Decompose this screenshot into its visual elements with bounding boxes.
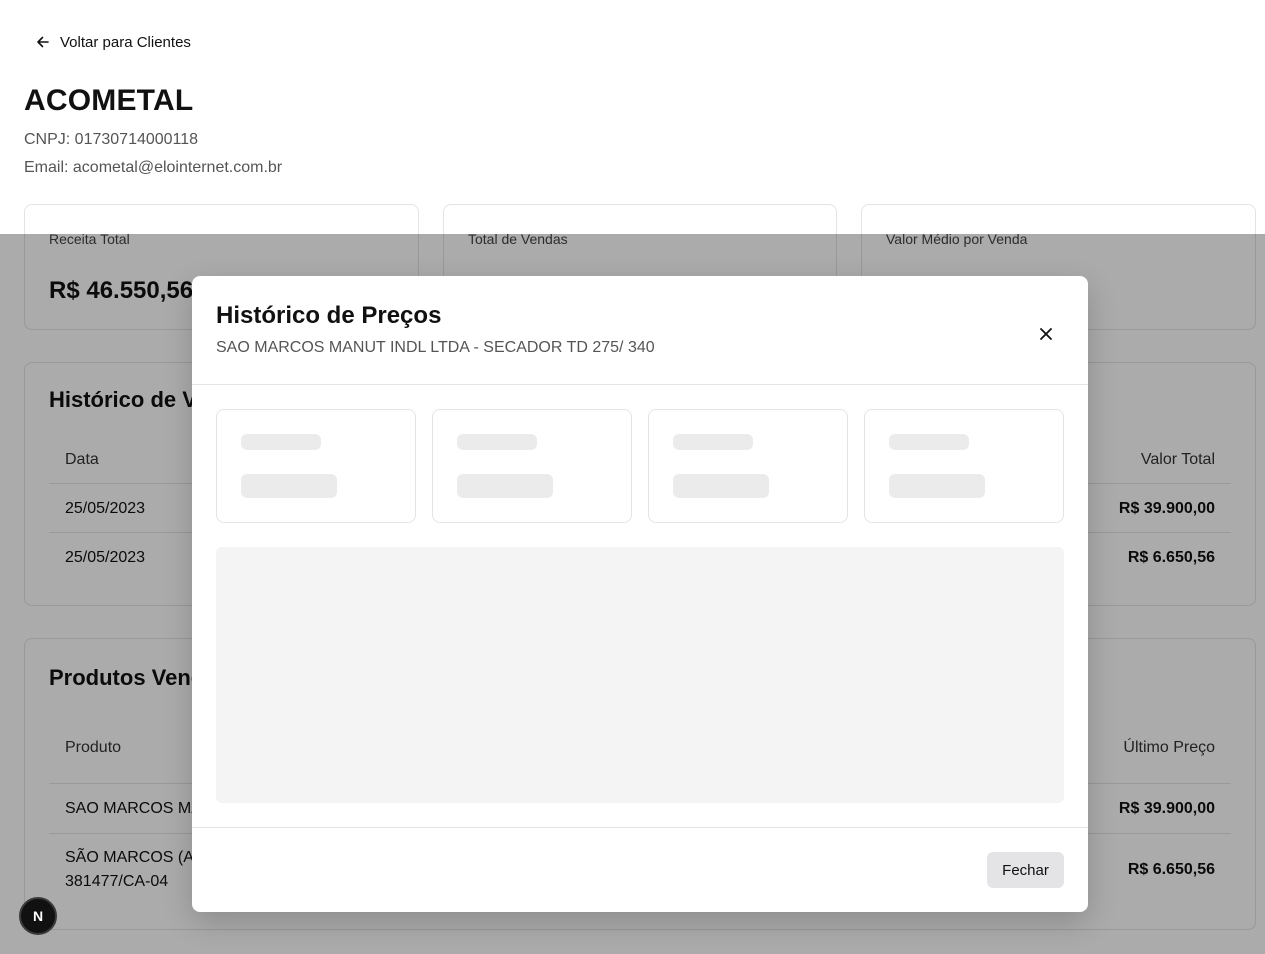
close-button[interactable]: Fechar [987, 852, 1064, 888]
skeleton-stat-card [648, 409, 848, 523]
arrow-left-icon [37, 36, 49, 48]
framework-badge[interactable]: N [19, 897, 57, 935]
skeleton-value [889, 474, 985, 498]
skeleton-value [241, 474, 337, 498]
skeleton-stat-card [864, 409, 1064, 523]
modal-subtitle: SAO MARCOS MANUT INDL LTDA - SECADOR TD … [216, 339, 655, 356]
client-detail-page: Voltar para Clientes ACOMETAL CNPJ: 0173… [0, 0, 1265, 954]
client-cnpj: CNPJ: 01730714000118 [24, 131, 199, 148]
modal-header-divider [192, 384, 1088, 385]
skeleton-chart [216, 547, 1064, 803]
skeleton-value [457, 474, 553, 498]
close-icon[interactable] [1034, 322, 1058, 346]
skeleton-stat-card [216, 409, 416, 523]
skeleton-label [889, 434, 969, 450]
modal-footer-divider [192, 827, 1088, 828]
price-history-modal: Histórico de Preços SAO MARCOS MANUT IND… [192, 276, 1088, 912]
client-email: Email: acometal@elointernet.com.br [24, 159, 283, 176]
back-link-label: Voltar para Clientes [60, 33, 191, 51]
modal-title: Histórico de Preços [216, 302, 442, 329]
skeleton-label [457, 434, 537, 450]
back-to-clients-link[interactable]: Voltar para Clientes [36, 32, 191, 52]
skeleton-label [673, 434, 753, 450]
skeleton-stat-card [432, 409, 632, 523]
skeleton-value [673, 474, 769, 498]
skeleton-label [241, 434, 321, 450]
client-name: ACOMETAL [24, 84, 194, 117]
